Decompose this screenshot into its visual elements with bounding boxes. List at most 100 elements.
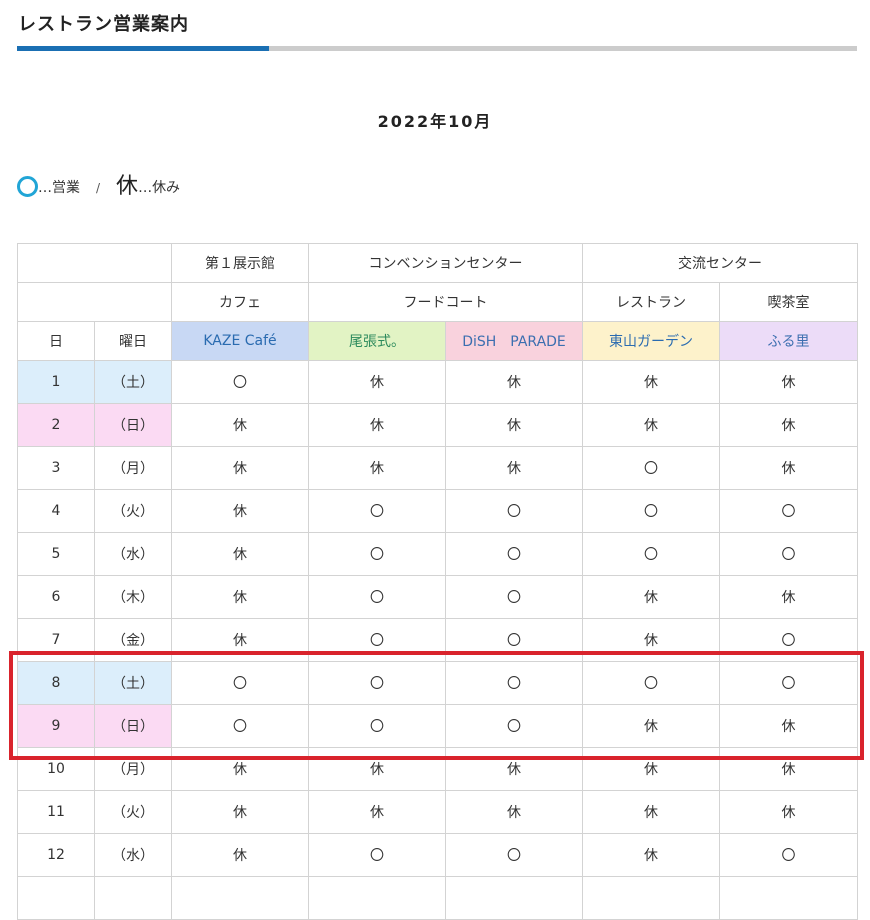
- category-header: 喫茶室: [719, 282, 858, 322]
- status-cell: 〇: [308, 833, 446, 877]
- status-cell: 〇: [171, 704, 309, 748]
- status-cell: 〇: [308, 661, 446, 705]
- status-cell: [719, 876, 858, 920]
- status-cell: [171, 876, 309, 920]
- table-row: 5 （水）休〇〇〇〇: [17, 532, 858, 576]
- store-header-furusato: ふる里: [719, 321, 858, 361]
- table-row: 4 （火）休〇〇〇〇: [17, 489, 858, 533]
- weekday-cell: （月）: [94, 446, 172, 490]
- status-cell: 〇: [445, 661, 583, 705]
- weekday-cell: （日）: [94, 403, 172, 447]
- legend-open-label: …営業: [38, 180, 80, 196]
- table-row: 3 （月）休休休〇休: [17, 446, 858, 490]
- status-cell: 休: [171, 747, 309, 791]
- weekday-cell: （日）: [94, 704, 172, 748]
- day-cell: 12: [17, 833, 95, 877]
- status-cell: 休: [719, 704, 858, 748]
- day-cell: 8: [17, 661, 95, 705]
- weekday-cell: （木）: [94, 575, 172, 619]
- weekday-column-header: 曜日: [94, 321, 172, 361]
- status-cell: 〇: [582, 661, 720, 705]
- status-cell: 休: [171, 489, 309, 533]
- status-cell: 休: [171, 790, 309, 834]
- store-header-kaze-cafe: KAZE Café: [171, 321, 309, 361]
- table-row: 7 （金）休〇〇休〇: [17, 618, 858, 662]
- status-cell: 〇: [308, 489, 446, 533]
- title-underline: [17, 46, 857, 51]
- day-cell: 5: [17, 532, 95, 576]
- status-cell: 休: [171, 575, 309, 619]
- category-header: カフェ: [171, 282, 309, 322]
- day-cell: 4: [17, 489, 95, 533]
- table-row: 11 （火）休休休休休: [17, 790, 858, 834]
- status-cell: 〇: [445, 833, 583, 877]
- status-cell: 〇: [445, 532, 583, 576]
- day-cell: 6: [17, 575, 95, 619]
- status-cell: 〇: [171, 360, 309, 404]
- table-row: 12 （水）休〇〇休〇: [17, 833, 858, 877]
- status-cell: 〇: [719, 532, 858, 576]
- store-header-owari: 尾張式。: [308, 321, 446, 361]
- status-cell: 休: [582, 403, 720, 447]
- day-cell: 2: [17, 403, 95, 447]
- category-header-row: カフェ フードコート レストラン 喫茶室: [17, 282, 858, 322]
- status-cell: [445, 876, 583, 920]
- weekday-cell: （土）: [94, 661, 172, 705]
- table-row: 9 （日）〇〇〇休休: [17, 704, 858, 748]
- weekday-cell: （金）: [94, 618, 172, 662]
- empty-header-cell: [17, 243, 172, 283]
- legend-closed-label: …休み: [138, 180, 181, 196]
- status-cell: 休: [445, 747, 583, 791]
- venue-header-row: 第１展示館 コンベンションセンター 交流センター: [17, 243, 858, 283]
- day-cell: 11: [17, 790, 95, 834]
- empty-header-cell: [17, 282, 172, 322]
- store-header-row: 日 曜日 KAZE Café 尾張式。 DiSH PARADE 東山ガーデン ふ…: [17, 321, 858, 361]
- table-row: 2 （日）休休休休休: [17, 403, 858, 447]
- day-cell: 7: [17, 618, 95, 662]
- table-row: [17, 876, 858, 920]
- title-underline-accent: [17, 46, 269, 51]
- status-cell: 休: [582, 704, 720, 748]
- status-cell: 休: [445, 446, 583, 490]
- store-header-higashiyama-garden: 東山ガーデン: [582, 321, 720, 361]
- status-cell: 休: [582, 360, 720, 404]
- status-cell: 〇: [582, 446, 720, 490]
- status-cell: 休: [582, 575, 720, 619]
- status-cell: 休: [582, 833, 720, 877]
- legend-separator: /: [96, 181, 101, 195]
- month-heading: 2022年10月: [377, 112, 493, 131]
- status-cell: 休: [308, 360, 446, 404]
- status-cell: 休: [445, 403, 583, 447]
- weekday-cell: [94, 876, 172, 920]
- status-cell: 〇: [719, 489, 858, 533]
- status-cell: 〇: [719, 833, 858, 877]
- weekday-cell: （火）: [94, 489, 172, 533]
- status-cell: 休: [171, 532, 309, 576]
- status-cell: 休: [308, 446, 446, 490]
- status-cell: [308, 876, 446, 920]
- legend-closed-symbol: 休: [116, 174, 139, 199]
- status-cell: 休: [719, 790, 858, 834]
- status-cell: 〇: [308, 575, 446, 619]
- open-circle-icon: [17, 176, 38, 197]
- status-cell: 休: [719, 360, 858, 404]
- table-row: 1 （土）〇休休休休: [17, 360, 858, 404]
- weekday-cell: （月）: [94, 747, 172, 791]
- status-cell: 休: [445, 790, 583, 834]
- status-cell: 〇: [445, 704, 583, 748]
- status-cell: 〇: [582, 532, 720, 576]
- venue-header: 交流センター: [582, 243, 858, 283]
- category-header: フードコート: [308, 282, 583, 322]
- status-cell: 〇: [171, 661, 309, 705]
- status-cell: 休: [171, 618, 309, 662]
- day-cell: 1: [17, 360, 95, 404]
- status-cell: 〇: [445, 575, 583, 619]
- day-cell: 10: [17, 747, 95, 791]
- status-cell: 休: [582, 790, 720, 834]
- status-cell: 休: [719, 403, 858, 447]
- status-cell: 休: [308, 790, 446, 834]
- table-row: 8 （土）〇〇〇〇〇: [17, 661, 858, 705]
- status-cell: 〇: [308, 704, 446, 748]
- status-cell: 〇: [308, 532, 446, 576]
- category-header: レストラン: [582, 282, 720, 322]
